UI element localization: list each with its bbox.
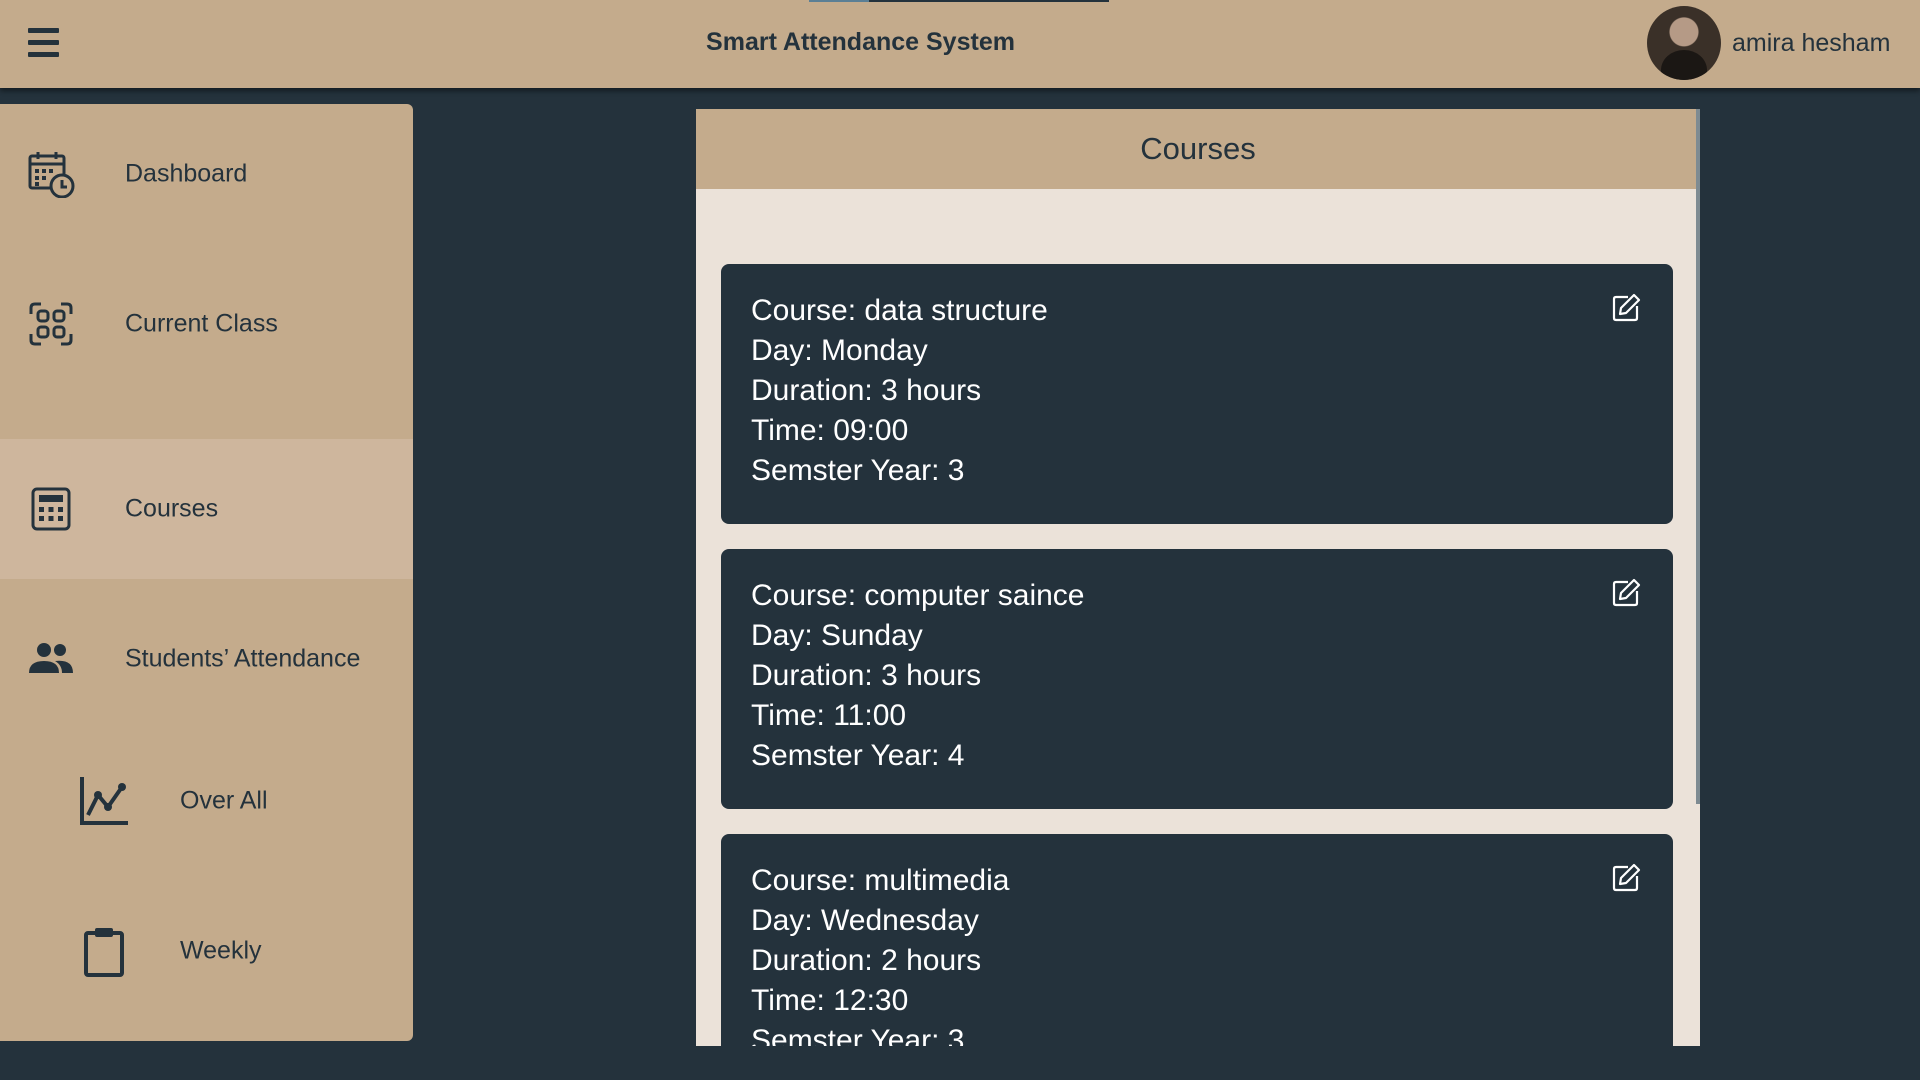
course-duration: Duration: 2 hours (751, 944, 982, 977)
scrollbar[interactable] (1696, 109, 1700, 804)
sidebar-item-over-all[interactable]: Over All (0, 731, 413, 871)
calculator-icon (31, 487, 71, 531)
sidebar-item-label: Courses (125, 494, 219, 523)
course-card: Course: data structure Day: Monday Durat… (721, 264, 1673, 524)
course-semester-year: Semster Year: 3 (751, 454, 965, 487)
course-duration: Duration: 3 hours (751, 374, 982, 407)
edit-icon[interactable] (1610, 862, 1642, 894)
sidebar-item-label: Current Class (125, 309, 278, 338)
course-card: Course: multimedia Day: Wednesday Durati… (721, 834, 1673, 1046)
course-duration: Duration: 3 hours (751, 659, 982, 692)
course-card: Course: computer saince Day: Sunday Dura… (721, 549, 1673, 809)
courses-panel-header: Courses (696, 109, 1700, 189)
course-day: Day: Wednesday (751, 904, 979, 937)
course-name: Course: data structure (751, 294, 1048, 327)
course-day: Day: Sunday (751, 619, 923, 652)
sidebar-item-label: Over All (180, 786, 268, 815)
sidebar-item-students-attendance[interactable]: Students’ Attendance (0, 589, 413, 729)
courses-panel: Courses Course: data structure Day: Mond… (696, 109, 1700, 1046)
sidebar-item-dashboard[interactable]: Dashboard (0, 104, 413, 244)
app-title: Smart Attendance System (706, 28, 1015, 56)
course-semester-year: Semster Year: 4 (751, 739, 965, 772)
course-time: Time: 09:00 (751, 414, 909, 447)
sidebar-item-label: Students’ Attendance (125, 644, 361, 673)
course-name: Course: multimedia (751, 864, 1010, 897)
user-name[interactable]: amira hesham (1732, 29, 1890, 58)
sidebar-item-label: Weekly (180, 936, 262, 965)
users-icon (29, 643, 73, 673)
sidebar-item-label: Dashboard (125, 159, 248, 188)
edit-icon[interactable] (1610, 577, 1642, 609)
course-time: Time: 12:30 (751, 984, 909, 1017)
top-progress-indicator (809, 0, 1109, 2)
sidebar-item-courses[interactable]: Courses (0, 439, 413, 579)
sidebar-item-weekly[interactable]: Weekly (0, 881, 413, 1021)
course-name: Course: computer saince (751, 579, 1085, 612)
sidebar-item-current-class[interactable]: Current Class (0, 254, 413, 394)
sidebar: Dashboard Current Class Courses Students… (0, 104, 413, 1041)
clipboard-icon (84, 928, 124, 977)
course-semester-year: Semster Year: 3 (751, 1024, 965, 1046)
user-avatar[interactable] (1647, 6, 1721, 80)
line-chart-icon (80, 777, 128, 825)
top-bar: Smart Attendance System amira hesham (0, 0, 1920, 88)
calendar-clock-icon (28, 152, 75, 198)
course-day: Day: Monday (751, 334, 928, 367)
course-time: Time: 11:00 (751, 699, 907, 732)
class-grid-scan-icon (29, 302, 73, 346)
page-title: Courses (1140, 131, 1256, 166)
edit-icon[interactable] (1610, 292, 1642, 324)
